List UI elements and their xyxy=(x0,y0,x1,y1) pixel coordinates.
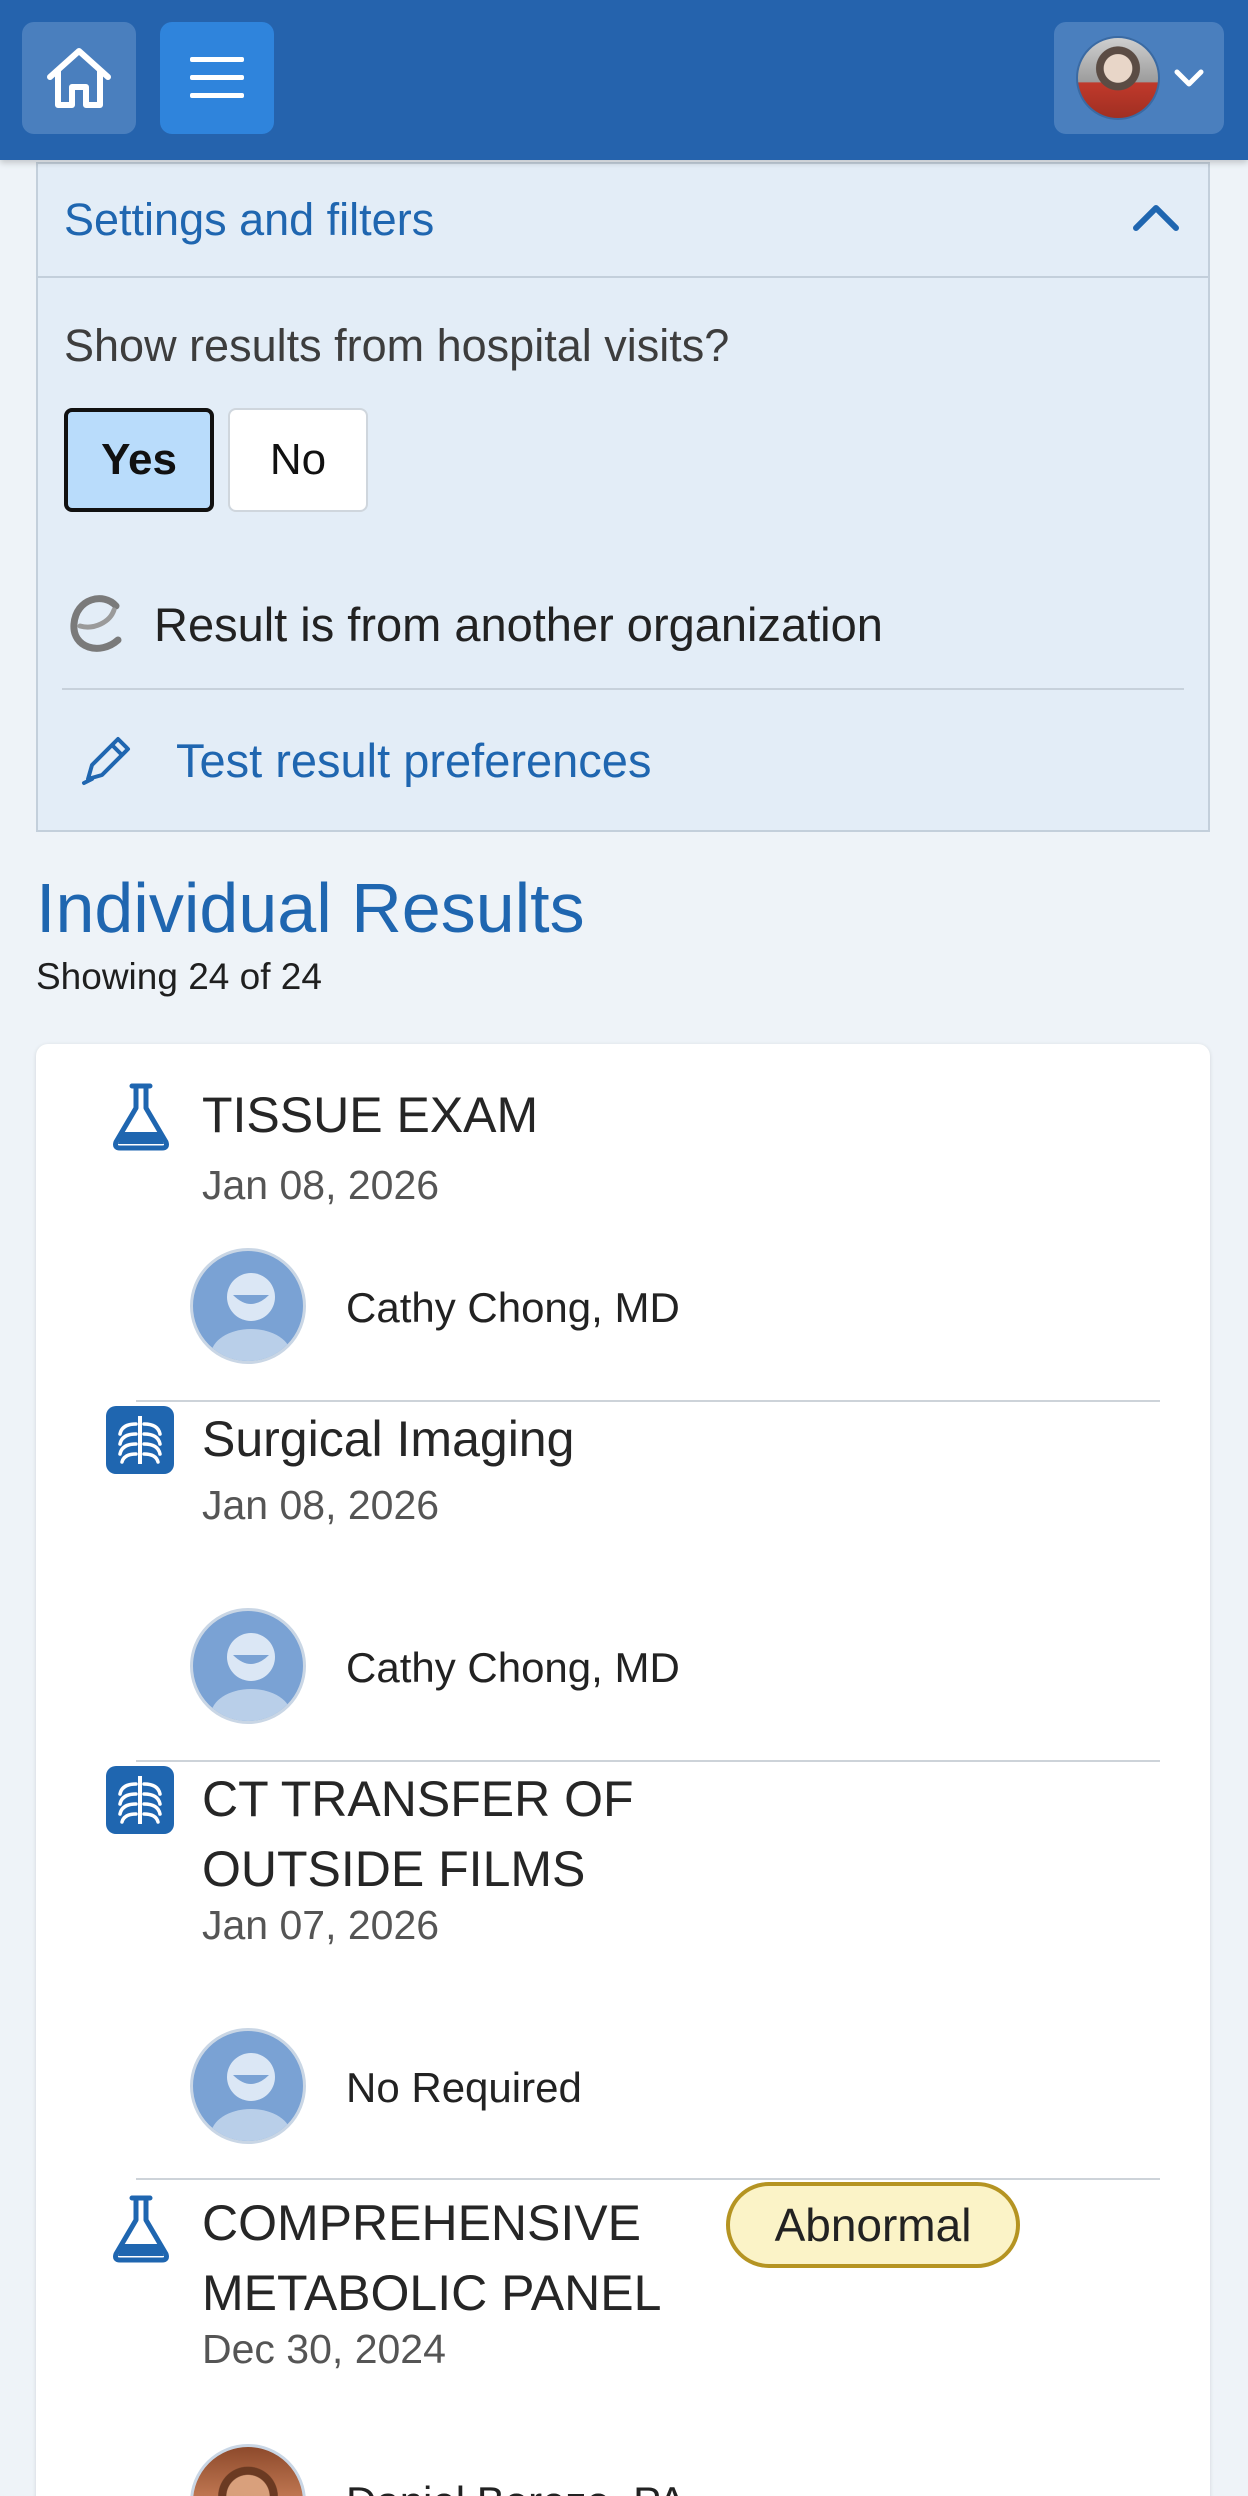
provider-avatar xyxy=(190,1248,306,1364)
provider-avatar xyxy=(190,1608,306,1724)
home-button[interactable] xyxy=(22,22,136,134)
provider-name: No Required xyxy=(346,2064,582,2111)
provider-avatar xyxy=(190,2444,306,2496)
provider-name: Cathy Chong, MD xyxy=(346,1644,680,1691)
chevron-up-icon[interactable] xyxy=(1132,202,1180,232)
result-title: TISSUE EXAM xyxy=(202,1087,539,1143)
abnormal-badge: Abnormal xyxy=(726,2182,1020,2268)
hospital-visits-question: Show results from hospital visits? xyxy=(64,320,730,371)
results-heading: Individual Results xyxy=(36,869,585,947)
account-menu-button[interactable] xyxy=(1054,22,1224,134)
list-item[interactable]: TISSUE EXAM Jan 08, 2026 Cathy Chong, MD xyxy=(36,1044,1210,1404)
results-list: TISSUE EXAM Jan 08, 2026 Cathy Chong, MD… xyxy=(36,1044,1210,2496)
chevron-down-icon xyxy=(1174,69,1204,87)
result-title-line-1: CT TRANSFER OF xyxy=(202,1771,634,1827)
divider xyxy=(62,688,1184,690)
other-org-label: Result is from another organization xyxy=(154,597,883,651)
settings-panel: Settings and filters Show results from h… xyxy=(36,162,1210,832)
flask-icon xyxy=(113,2195,169,2263)
result-date: Jan 08, 2026 xyxy=(202,1162,440,1208)
divider xyxy=(136,1400,1160,1402)
home-icon xyxy=(47,48,111,108)
pencil-icon xyxy=(82,737,130,785)
preferences-link-label: Test result preferences xyxy=(176,733,652,787)
no-toggle-button[interactable]: No xyxy=(228,408,368,512)
result-title-line-2: METABOLIC PANEL xyxy=(202,2265,662,2321)
results-count: Showing 24 of 24 xyxy=(36,956,322,997)
provider-name: Daniel Borezo, PA xyxy=(346,2478,686,2496)
other-org-legend: Result is from another organization xyxy=(64,582,883,666)
result-title-line-1: COMPREHENSIVE xyxy=(202,2195,641,2251)
flask-icon xyxy=(113,1083,169,1151)
result-title-line-2: OUTSIDE FILMS xyxy=(202,1841,586,1897)
top-nav-bar xyxy=(0,0,1248,160)
settings-title: Settings and filters xyxy=(64,194,435,245)
list-item[interactable]: COMPREHENSIVE METABOLIC PANEL Abnormal D… xyxy=(36,2180,1210,2496)
yes-toggle-button[interactable]: Yes xyxy=(64,408,214,512)
result-date: Jan 07, 2026 xyxy=(202,1902,440,1948)
result-date: Dec 30, 2024 xyxy=(202,2326,446,2372)
xray-icon xyxy=(106,1406,174,1474)
list-item[interactable]: CT TRANSFER OF OUTSIDE FILMS Jan 07, 202… xyxy=(36,1764,1210,2180)
result-date: Jan 08, 2026 xyxy=(202,1482,440,1528)
provider-avatar xyxy=(190,2028,306,2144)
divider xyxy=(136,1760,1160,1762)
result-title: Surgical Imaging xyxy=(202,1411,575,1467)
provider-name: Cathy Chong, MD xyxy=(346,1284,680,1331)
test-result-preferences-link[interactable]: Test result preferences xyxy=(78,712,651,808)
xray-icon xyxy=(106,1766,174,1834)
user-avatar xyxy=(1076,36,1160,120)
main-menu-button[interactable] xyxy=(160,22,274,134)
external-org-icon xyxy=(70,595,122,652)
settings-header[interactable]: Settings and filters xyxy=(38,164,1208,278)
hamburger-icon xyxy=(190,57,244,98)
list-item[interactable]: Surgical Imaging Jan 08, 2026 Cathy Chon… xyxy=(36,1404,1210,1764)
